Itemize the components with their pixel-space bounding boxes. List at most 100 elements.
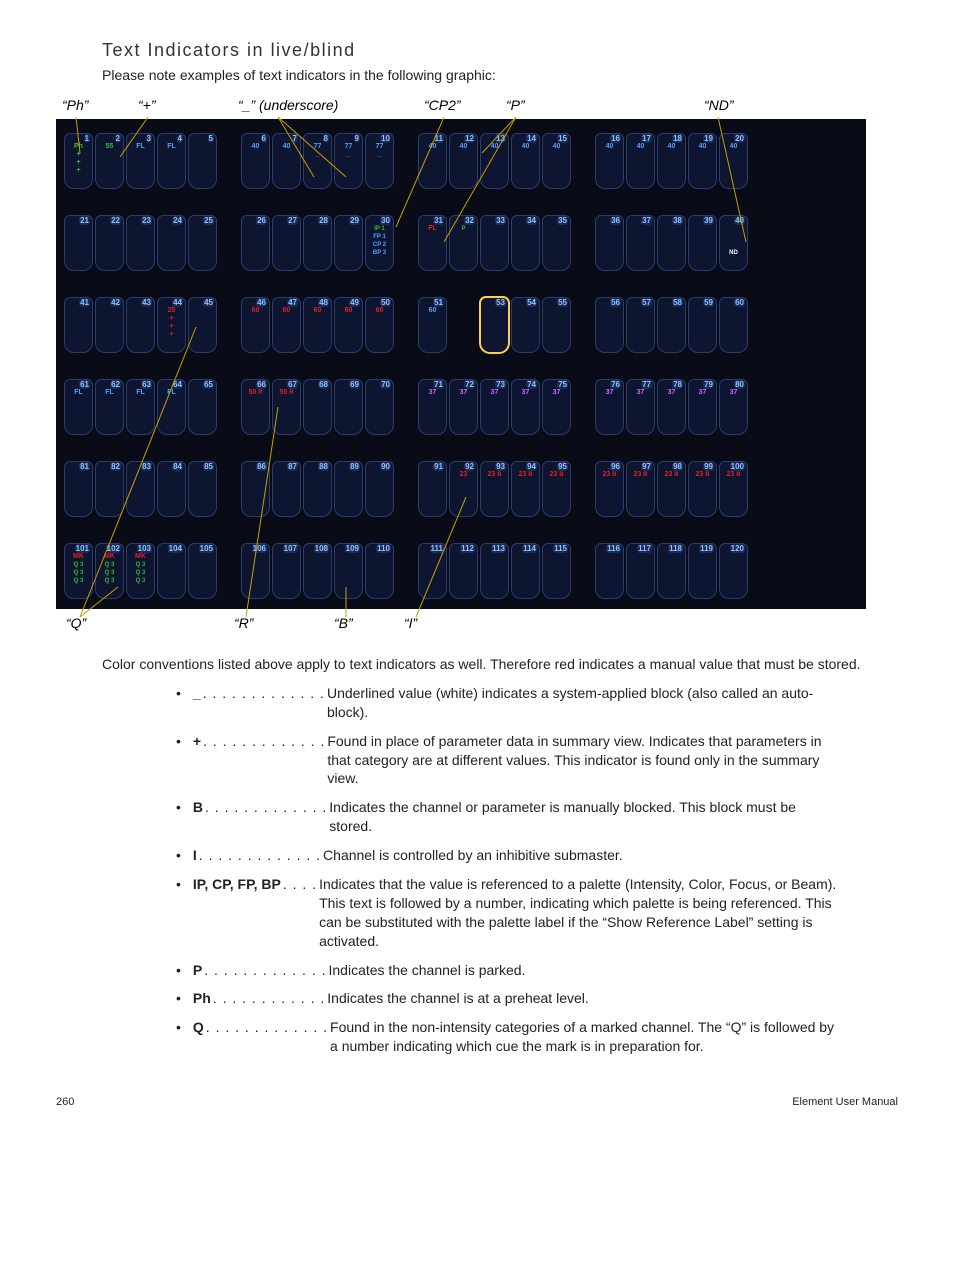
- channel-number: 25: [203, 216, 214, 225]
- channel-number: 71: [433, 380, 444, 389]
- channel-cell: 9923 B: [688, 461, 717, 517]
- channel-number: 108: [314, 544, 329, 553]
- definition-desc: Channel is controlled by an inhibitive s…: [323, 846, 838, 865]
- channel-number: 58: [672, 298, 683, 307]
- grid-group: 4142434425+++45: [64, 297, 217, 353]
- channel-value: FL: [158, 143, 185, 151]
- grid-group: 2627282930IP 1FP 1CP 2BP 3: [241, 215, 394, 271]
- definition-desc: Underlined value (white) indicates a sys…: [327, 684, 838, 722]
- channel-value: 37: [481, 389, 508, 397]
- page-footer: 260 Element User Manual: [56, 1096, 898, 1108]
- channel-value: 60: [242, 307, 269, 315]
- channel-cell: 1940: [688, 133, 717, 189]
- channel-number: 21: [79, 216, 90, 225]
- channel-number: 97: [641, 462, 652, 471]
- channel-number: 47: [287, 298, 298, 307]
- channel-cell: 61FL: [64, 379, 93, 435]
- channel-cell: 1340: [480, 133, 509, 189]
- channel-number: 20: [734, 134, 745, 143]
- channel-cell: 68: [303, 379, 332, 435]
- channel-cell: 119: [688, 543, 717, 599]
- grid-group: 9623 B9723 B9823 B9923 B10023 B: [595, 461, 748, 517]
- channel-cell: 1240: [449, 133, 478, 189]
- channel-number: 116: [606, 544, 621, 553]
- channel-number: 49: [349, 298, 360, 307]
- channel-number: 65: [203, 380, 214, 389]
- definition-desc: Indicates that the value is referenced t…: [319, 875, 838, 951]
- channel-value: 55: [96, 143, 123, 151]
- channel-value: 23 B: [543, 471, 570, 479]
- channel-cell: 111: [418, 543, 447, 599]
- channel-number: 87: [287, 462, 298, 471]
- note-text: Color conventions listed above apply to …: [102, 655, 898, 674]
- channel-cell: 7737: [626, 379, 655, 435]
- channel-number: 23: [141, 216, 152, 225]
- grid-row: 101MKQ 3Q 3Q 3102MKQ 3Q 3Q 3103MKQ 3Q 3Q…: [64, 543, 858, 599]
- channel-number: 64: [172, 380, 183, 389]
- channel-value: MKQ 3Q 3Q 3: [96, 553, 123, 585]
- channel-cell: 88: [303, 461, 332, 517]
- channel-number: 42: [110, 298, 121, 307]
- channel-number: 46: [256, 298, 267, 307]
- channel-number: 57: [641, 298, 652, 307]
- channel-cell: 977_: [334, 133, 363, 189]
- channel-number: 77: [641, 380, 652, 389]
- label-plus: “+”: [138, 97, 156, 113]
- channel-cell: 85: [188, 461, 217, 517]
- intro-text: Please note examples of text indicators …: [102, 67, 898, 83]
- definition-dots: . . . . . . . . . . . . .: [203, 684, 325, 722]
- channel-value: 77_: [366, 143, 393, 159]
- channel-value: 23 B: [481, 471, 508, 479]
- label-ph: “Ph”: [62, 97, 88, 113]
- channel-number: 22: [110, 216, 121, 225]
- channel-number: 81: [79, 462, 90, 471]
- channel-value: 60: [304, 307, 331, 315]
- channel-cell: 4660: [241, 297, 270, 353]
- channel-cell: 10023 B: [719, 461, 748, 517]
- channel-value: 50 R: [273, 389, 300, 397]
- channel-number: 16: [610, 134, 621, 143]
- channel-number: 101: [75, 544, 90, 553]
- channel-value: 23 B: [627, 471, 654, 479]
- definition-dots: . . . . . . . . . . . . .: [205, 798, 327, 836]
- channel-number: 98: [672, 462, 683, 471]
- bottom-labels: “Q” “R” “B” “I”: [56, 615, 866, 637]
- channel-number: 39: [703, 216, 714, 225]
- definition-list: _. . . . . . . . . . . . . Underlined va…: [176, 684, 838, 1056]
- channel-value: Ph+++: [65, 143, 92, 175]
- channel-cell: 28: [303, 215, 332, 271]
- channel-cell: 9223: [449, 461, 478, 517]
- channel-number: 66: [256, 380, 267, 389]
- channel-value: 40: [242, 143, 269, 151]
- channel-value: 23: [450, 471, 477, 479]
- grid-group: 8182838485: [64, 461, 217, 517]
- channel-number: 62: [110, 380, 121, 389]
- channel-number: 26: [256, 216, 267, 225]
- channel-number: 29: [349, 216, 360, 225]
- channel-cell: 105: [188, 543, 217, 599]
- channel-value: 37: [689, 389, 716, 397]
- channel-number: 80: [734, 380, 745, 389]
- definition-term: P: [193, 961, 202, 980]
- channel-cell: 53: [480, 297, 509, 353]
- grid-row: 61FL62FL63FL64FL656650 R6750 R6869707137…: [64, 379, 858, 435]
- channel-value: 77_: [335, 143, 362, 159]
- channel-cell: 117: [626, 543, 655, 599]
- channel-number: 70: [380, 380, 391, 389]
- channel-cell: 104: [157, 543, 186, 599]
- channel-cell: 640: [241, 133, 270, 189]
- channel-cell: 113: [480, 543, 509, 599]
- channel-number: 55: [557, 298, 568, 307]
- channel-cell: 45: [188, 297, 217, 353]
- definition-desc: Indicates the channel is at a preheat le…: [327, 989, 838, 1008]
- channel-cell: 102MKQ 3Q 3Q 3: [95, 543, 124, 599]
- channel-number: 5: [208, 134, 214, 143]
- channel-number: 79: [703, 380, 714, 389]
- channel-cell: 112: [449, 543, 478, 599]
- channel-cell: 7137: [418, 379, 447, 435]
- channel-number: 63: [141, 380, 152, 389]
- channel-number: 109: [345, 544, 360, 553]
- channel-cell: 5: [188, 133, 217, 189]
- channel-cell: 8037: [719, 379, 748, 435]
- channel-cell: 877_: [303, 133, 332, 189]
